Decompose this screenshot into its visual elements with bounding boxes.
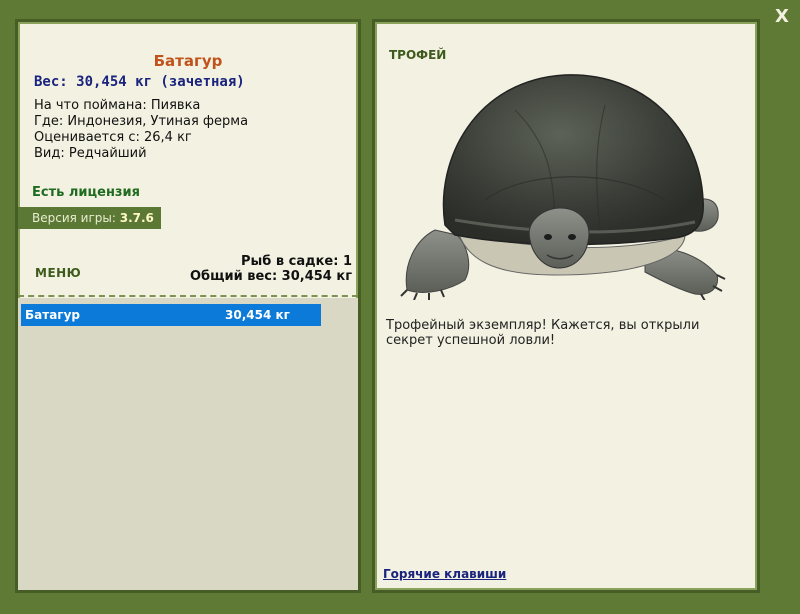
list-item-weight: 30,454 кг xyxy=(225,308,290,322)
close-button[interactable]: X xyxy=(771,6,793,28)
cage-count: Рыб в садке: 1 xyxy=(240,254,352,269)
trophy-panel: ТРОФЕЙ Трофейный экземпляр! Кажется, вы … xyxy=(372,19,760,593)
catch-list: Батагур 30,454 кг xyxy=(18,298,358,590)
cage-stats: Рыб в садке: 1 Общий вес: 30,454 кг xyxy=(190,254,352,284)
rarity-info: Вид: Редчайший xyxy=(34,146,147,161)
catch-info-panel: Батагур Вес: 30,454 кг (зачетная) На что… xyxy=(15,19,361,593)
location-info: Где: Индонезия, Утиная ферма xyxy=(34,114,249,129)
version-value: 3.7.6 xyxy=(119,211,154,225)
total-weight: Общий вес: 30,454 кг xyxy=(189,269,352,284)
list-item-name: Батагур xyxy=(25,308,80,322)
fish-name-title: Батагур xyxy=(153,52,223,70)
turtle-photo xyxy=(395,50,745,302)
license-status: Есть лицензия xyxy=(32,185,140,200)
hotkeys-link[interactable]: Горячие клавиши xyxy=(383,567,506,581)
trophy-description: Трофейный экземпляр! Кажется, вы открыли… xyxy=(386,318,700,348)
divider xyxy=(18,295,358,297)
version-label: Версия игры: xyxy=(32,211,116,225)
menu-button[interactable]: МЕНЮ xyxy=(35,266,81,280)
fish-weight: Вес: 30,454 кг (зачетная) xyxy=(34,74,245,90)
version-bar: Версия игры: 3.7.6 xyxy=(18,207,161,229)
list-item[interactable]: Батагур 30,454 кг xyxy=(21,304,321,326)
min-weight-info: Оценивается с: 26,4 кг xyxy=(34,130,192,145)
fish-details: На что поймана: Пиявка Где: Индонезия, У… xyxy=(34,98,248,162)
bait-info: На что поймана: Пиявка xyxy=(34,98,201,113)
